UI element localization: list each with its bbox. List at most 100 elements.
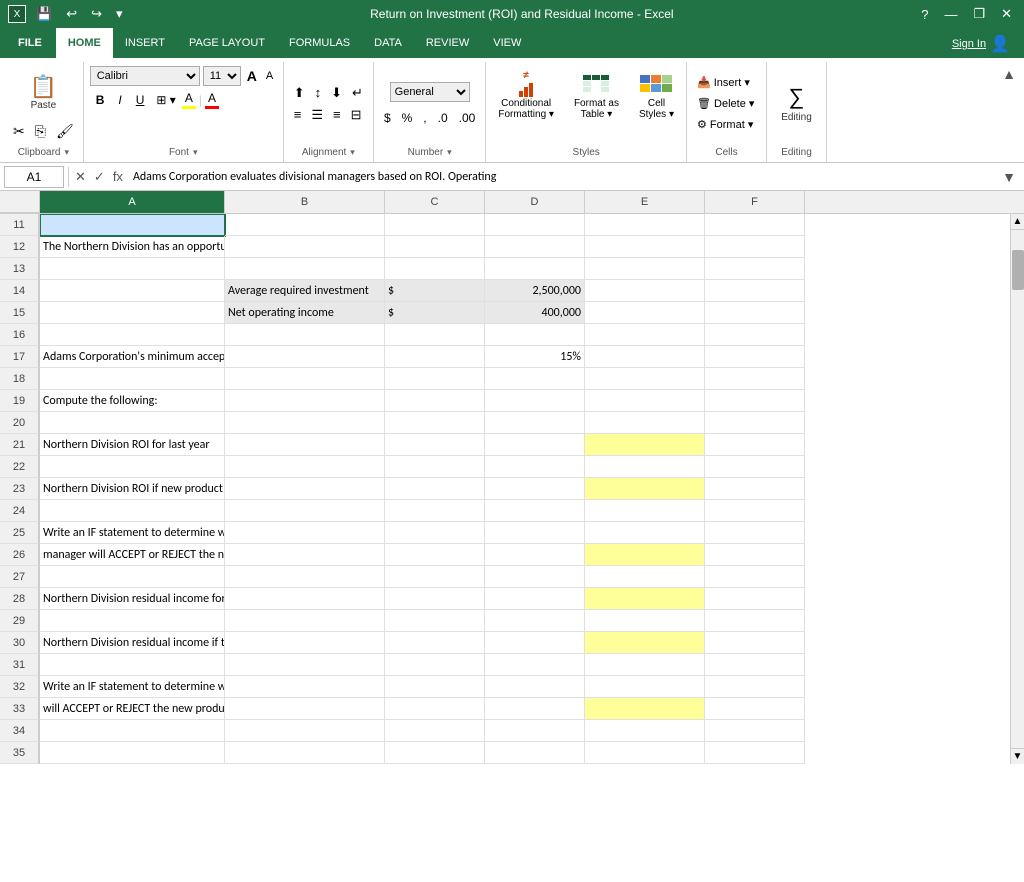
comma-button[interactable]: , <box>419 110 430 126</box>
col-header-d[interactable]: D <box>485 191 585 213</box>
cell-27-B[interactable] <box>225 566 385 588</box>
cell-26-A[interactable]: manager will ACCEPT or REJECT the new pr… <box>40 544 225 566</box>
cell-31-F[interactable] <box>705 654 805 676</box>
row-num-12[interactable]: 12 <box>0 236 39 258</box>
cell-12-C[interactable] <box>385 236 485 258</box>
cell-16-B[interactable] <box>225 324 385 346</box>
cell-30-B[interactable] <box>225 632 385 654</box>
cell-19-D[interactable] <box>485 390 585 412</box>
cell-34-B[interactable] <box>225 720 385 742</box>
cell-14-D[interactable]: 2,500,000 <box>485 280 585 302</box>
cell-24-F[interactable] <box>705 500 805 522</box>
cell-33-F[interactable] <box>705 698 805 720</box>
row-num-33[interactable]: 33 <box>0 698 39 720</box>
row-num-23[interactable]: 23 <box>0 478 39 500</box>
scrollbar-thumb[interactable] <box>1012 250 1024 290</box>
font-shrink-button[interactable]: A <box>263 69 276 83</box>
cell-29-E[interactable] <box>585 610 705 632</box>
font-expand-icon[interactable]: ▾ <box>193 147 198 158</box>
row-num-22[interactable]: 22 <box>0 456 39 478</box>
cell-25-F[interactable] <box>705 522 805 544</box>
row-num-20[interactable]: 20 <box>0 412 39 434</box>
cell-32-F[interactable] <box>705 676 805 698</box>
row-num-21[interactable]: 21 <box>0 434 39 456</box>
formula-bar-expand-icon[interactable]: ▼ <box>998 169 1020 185</box>
tab-file[interactable]: FILE <box>4 28 56 58</box>
currency-button[interactable]: $ <box>380 110 395 126</box>
cell-15-E[interactable] <box>585 302 705 324</box>
cell-25-E[interactable] <box>585 522 705 544</box>
cell-11-F[interactable] <box>705 214 805 236</box>
cell-23-A[interactable]: Northern Division ROI if new product lin… <box>40 478 225 500</box>
row-num-16[interactable]: 16 <box>0 324 39 346</box>
qat-dropdown[interactable]: ▾ <box>112 4 127 24</box>
cell-20-F[interactable] <box>705 412 805 434</box>
tab-formulas[interactable]: FORMULAS <box>277 28 362 58</box>
cell-reference-box[interactable] <box>4 166 64 188</box>
row-num-35[interactable]: 35 <box>0 742 39 764</box>
cell-29-F[interactable] <box>705 610 805 632</box>
cell-29-B[interactable] <box>225 610 385 632</box>
cell-21-E[interactable] <box>585 434 705 456</box>
help-button[interactable]: ? <box>917 5 932 24</box>
cell-31-A[interactable] <box>40 654 225 676</box>
cell-24-A[interactable] <box>40 500 225 522</box>
row-num-32[interactable]: 32 <box>0 676 39 698</box>
cell-20-B[interactable] <box>225 412 385 434</box>
cell-14-A[interactable] <box>40 280 225 302</box>
cell-28-F[interactable] <box>705 588 805 610</box>
cell-25-D[interactable] <box>485 522 585 544</box>
cell-15-A[interactable] <box>40 302 225 324</box>
cell-27-A[interactable] <box>40 566 225 588</box>
cell-20-D[interactable] <box>485 412 585 434</box>
cell-13-F[interactable] <box>705 258 805 280</box>
cell-25-B[interactable] <box>225 522 385 544</box>
cell-26-F[interactable] <box>705 544 805 566</box>
cell-17-A[interactable]: Adams Corporation's minimum acceptable r… <box>40 346 225 368</box>
row-num-11[interactable]: 11 <box>0 214 39 236</box>
cell-12-A[interactable]: The Northern Division has an opportunity… <box>40 236 225 258</box>
insert-function-icon[interactable]: fx <box>111 169 125 184</box>
cell-21-A[interactable]: Northern Division ROI for last year <box>40 434 225 456</box>
cell-26-D[interactable] <box>485 544 585 566</box>
conditional-formatting-button[interactable]: ≠ ConditionalFormatting ▾ <box>492 66 560 124</box>
cell-23-C[interactable] <box>385 478 485 500</box>
cell-35-A[interactable] <box>40 742 225 764</box>
cell-15-F[interactable] <box>705 302 805 324</box>
cell-19-C[interactable] <box>385 390 485 412</box>
cell-15-D[interactable]: 400,000 <box>485 302 585 324</box>
cell-11-A[interactable] <box>40 214 225 236</box>
cut-button[interactable]: ✂ <box>10 122 28 141</box>
cell-14-B[interactable]: Average required investment <box>225 280 385 302</box>
cell-19-A[interactable]: Compute the following: <box>40 390 225 412</box>
row-num-18[interactable]: 18 <box>0 368 39 390</box>
align-bottom-button[interactable]: ⬇ <box>327 83 346 103</box>
cell-26-B[interactable] <box>225 544 385 566</box>
tab-insert[interactable]: INSERT <box>113 28 177 58</box>
qat-save[interactable]: 💾 <box>32 4 56 24</box>
row-num-19[interactable]: 19 <box>0 390 39 412</box>
cell-17-C[interactable] <box>385 346 485 368</box>
cell-22-E[interactable] <box>585 456 705 478</box>
cell-21-B[interactable] <box>225 434 385 456</box>
editing-button[interactable]: ∑ Editing <box>775 80 818 127</box>
tab-view[interactable]: VIEW <box>481 28 533 58</box>
cell-23-E[interactable] <box>585 478 705 500</box>
cell-35-D[interactable] <box>485 742 585 764</box>
cell-14-E[interactable] <box>585 280 705 302</box>
delete-button[interactable]: 🗑 Delete ▾ <box>693 95 758 112</box>
cell-20-A[interactable] <box>40 412 225 434</box>
underline-button[interactable]: U <box>130 91 151 109</box>
row-num-15[interactable]: 15 <box>0 302 39 324</box>
row-num-26[interactable]: 26 <box>0 544 39 566</box>
formula-input[interactable] <box>129 166 998 188</box>
cell-22-C[interactable] <box>385 456 485 478</box>
cell-15-C[interactable]: $ <box>385 302 485 324</box>
row-num-14[interactable]: 14 <box>0 280 39 302</box>
cell-34-A[interactable] <box>40 720 225 742</box>
cell-19-F[interactable] <box>705 390 805 412</box>
format-button[interactable]: ⚙ Format ▾ <box>693 116 757 133</box>
cell-12-D[interactable] <box>485 236 585 258</box>
col-header-b[interactable]: B <box>225 191 385 213</box>
cell-11-C[interactable] <box>385 214 485 236</box>
